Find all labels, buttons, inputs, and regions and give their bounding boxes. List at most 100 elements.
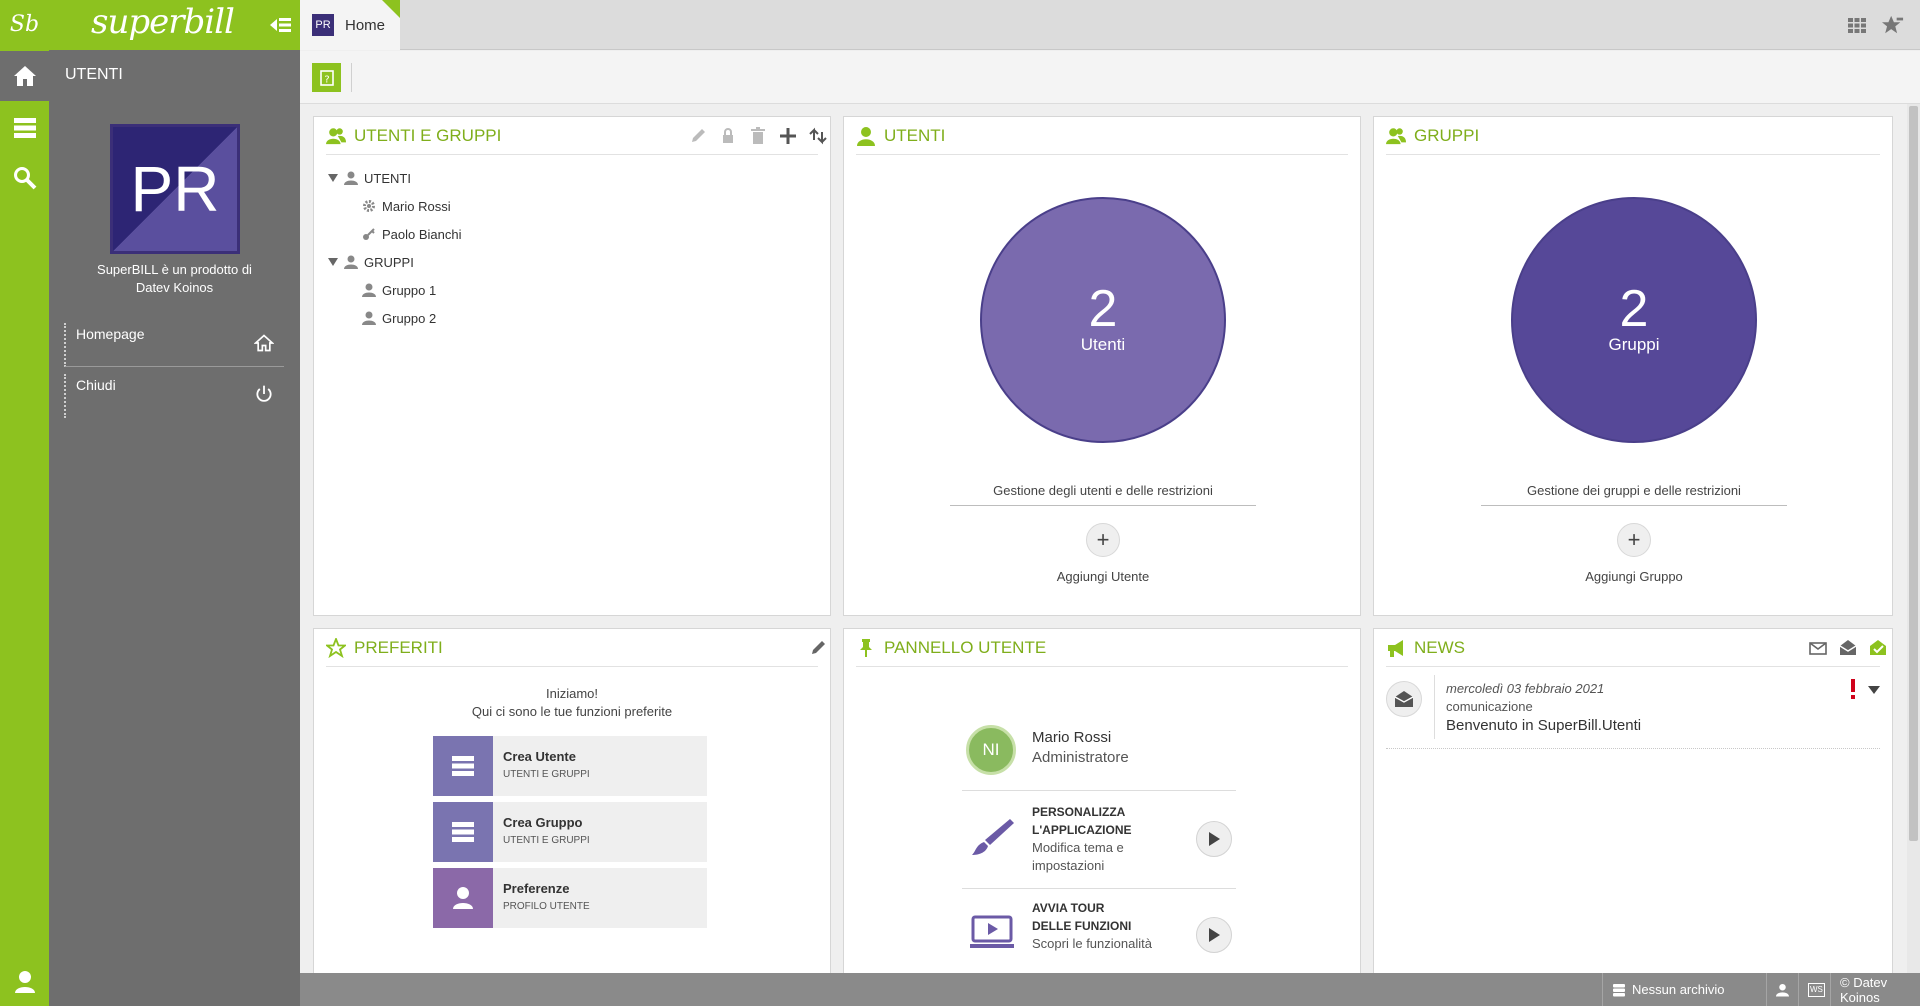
tree-node-paolo-bianchi[interactable]: Paolo Bianchi [362,223,462,245]
status-user-button[interactable] [1766,973,1798,1006]
add-plus-icon[interactable] [778,126,798,146]
add-user-button[interactable]: + [1086,523,1120,557]
product-credit-line2: Datev Koinos [135,280,214,295]
panel-header: GRUPPI [1386,117,1880,155]
tree-node-gruppo-2[interactable]: Gruppo 2 [362,307,436,329]
tree-node-gruppo-1[interactable]: Gruppo 1 [362,279,436,301]
tree-node-gruppi[interactable]: GRUPPI [328,251,414,273]
rail-menu-button[interactable] [0,103,49,153]
brand-logo: superbill [91,2,235,42]
user-icon [362,311,376,325]
grid-apps-icon[interactable] [1846,14,1868,36]
power-icon [256,385,272,402]
pin-icon [860,639,872,657]
favorite-crea-utente[interactable]: Crea Utente UTENTI E GRUPPI [433,736,707,796]
users-groups-panel: UTENTI E GRUPPI UTENTI Mario Rossi Paolo… [313,116,831,616]
users-count-label: Utenti [1080,335,1126,354]
mail-icon[interactable] [1808,638,1828,658]
archive-status[interactable]: Nessun archivio [1602,973,1766,1006]
rail-user-button[interactable] [0,958,49,1006]
add-group-button[interactable]: + [1617,523,1651,557]
trash-icon[interactable] [748,126,768,146]
home-icon [13,66,36,86]
tab-label: Home [345,17,386,34]
status-bar: Nessun archivio WS © Datev Koinos [300,973,1920,1006]
favorite-title: Preferenze [503,881,570,896]
database-icon [1613,983,1625,996]
users-description: Gestione degli utenti e delle restrizion… [950,483,1256,506]
mail-check-icon[interactable] [1868,638,1888,658]
sidebar-link-homepage[interactable]: Homepage [64,323,284,367]
sidebar-link-chiudi[interactable]: Chiudi [64,374,284,418]
screen-play-icon [970,915,1014,948]
tree-node-mario-rossi[interactable]: Mario Rossi [362,195,451,217]
action-subtitle-line2: impostazioni [1032,858,1105,873]
important-exclamation-icon [1851,679,1855,699]
list-icon [433,736,493,796]
favorite-subtitle: UTENTI E GRUPPI [503,769,590,780]
favorite-subtitle: PROFILO UTENTE [503,901,590,912]
edit-pencil-icon[interactable] [808,638,828,658]
favorites-star-icon[interactable] [1882,14,1904,36]
sync-icon[interactable] [808,126,828,146]
product-credit-line1: SuperBILL è un prodotto di [97,262,252,277]
panel-title: NEWS [1414,638,1465,657]
chevron-down-icon[interactable] [1868,686,1880,694]
tree-node-label: Mario Rossi [382,198,451,214]
user-icon [1776,983,1789,996]
tree-node-label: UTENTI [364,170,411,186]
utenti-panel: UTENTI 2 Utenti Gestione degli utenti e … [843,116,1361,616]
groups-count: 2 [1619,280,1649,338]
vertical-scrollbar[interactable] [1907,104,1920,973]
search-icon [13,167,36,190]
sidebar-link-label: Chiudi [76,377,116,393]
customize-app-row[interactable]: PERSONALIZZA L'APPLICAZIONE Modifica tem… [962,791,1236,889]
add-user-label[interactable]: Aggiungi Utente [1003,569,1203,584]
user-icon [344,255,358,269]
tour-play-button[interactable] [1196,917,1232,953]
rail-search-button[interactable] [0,153,49,203]
groups-count-circle[interactable]: 2 Gruppi [1511,197,1757,443]
preferiti-panel: PREFERITI Iniziamo! Qui ci sono le tue f… [313,628,831,973]
news-divider [1434,675,1435,739]
gruppi-panel: GRUPPI 2 Gruppi Gestione dei gruppi e de… [1373,116,1893,616]
app-logo-icon[interactable]: Sb [0,0,49,49]
mail-open-icon[interactable] [1838,638,1858,658]
users-count-circle[interactable]: 2 Utenti [980,197,1226,443]
lock-icon[interactable] [718,126,738,146]
favorite-preferenze[interactable]: Preferenze PROFILO UTENTE [433,868,707,928]
groups-count-label: Gruppi [1608,335,1660,354]
news-item[interactable]: mercoledì 03 febbraio 2021 comunicazione… [1386,669,1880,749]
action-title-line1: PERSONALIZZA [1032,805,1126,819]
tab-home[interactable]: PR Home [300,0,400,50]
current-user-row: NI Mario Rossi Administratore [962,725,1236,791]
tab-bar: PR Home [300,0,1920,50]
user-icon [14,971,35,993]
collapse-sidebar-icon[interactable] [268,13,292,37]
add-group-label[interactable]: Aggiungi Gruppo [1534,569,1734,584]
rail-home-button[interactable] [0,51,49,101]
scrollbar-thumb[interactable] [1909,106,1918,841]
tree-node-label: GRUPPI [364,254,414,270]
edit-pencil-icon[interactable] [688,126,708,146]
toolbar: ? [300,51,1920,104]
panel-title: UTENTI E GRUPPI [354,126,502,145]
ws-badge: WS [1808,982,1825,997]
customize-play-button[interactable] [1196,821,1232,857]
tree-node-utenti[interactable]: UTENTI [328,167,411,189]
product-avatar: PR [110,124,240,254]
favorite-crea-gruppo[interactable]: Crea Gruppo UTENTI E GRUPPI [433,802,707,862]
list-icon [433,802,493,862]
action-title-line2: DELLE FUNZIONI [1032,919,1132,933]
action-title-line2: L'APPLICAZIONE [1032,823,1132,837]
action-title-line1: AVVIA TOUR [1032,901,1105,915]
users-icon [326,128,346,145]
action-subtitle-line1: Modifica tema e [1032,840,1124,855]
users-count: 2 [1088,280,1118,338]
tree-node-label: Gruppo 1 [382,282,437,298]
start-tour-row[interactable]: AVVIA TOUR DELLE FUNZIONI Scopri le funz… [962,889,1236,979]
workstation-button[interactable]: WS [1798,973,1830,1006]
panel-header: PREFERITI [326,629,825,667]
tree-node-label: Paolo Bianchi [382,226,462,242]
help-button[interactable]: ? [312,63,341,92]
